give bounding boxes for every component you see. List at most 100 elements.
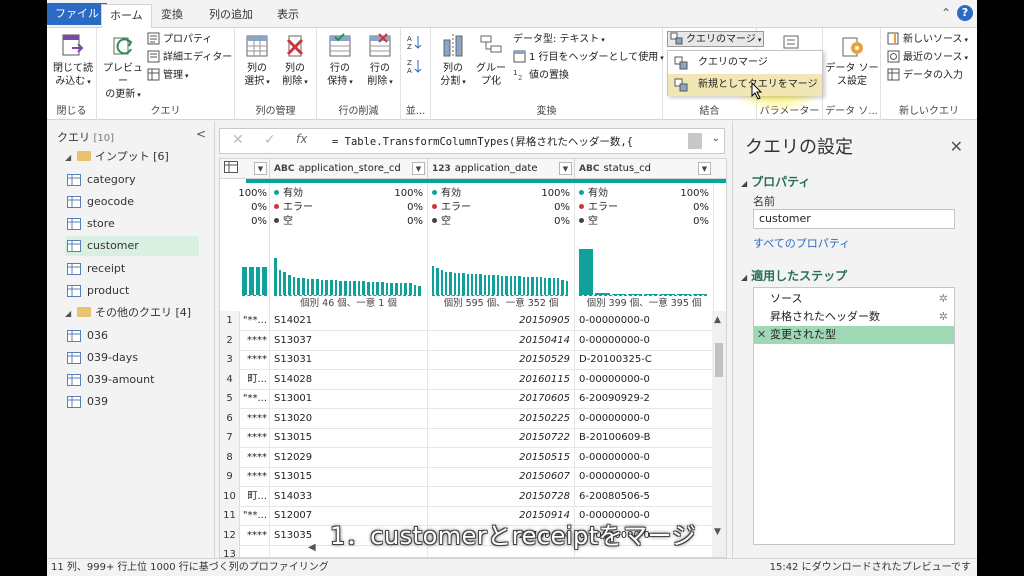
column-header-status-cd[interactable]: ABC status_cd ▼ — [575, 159, 726, 179]
cell-partial[interactable]: **** — [242, 467, 270, 487]
histogram-bar[interactable] — [522, 276, 525, 295]
histogram-bar[interactable] — [329, 280, 333, 295]
column-header-application-store-cd[interactable]: ABC application_store_cd ▼ — [270, 159, 428, 179]
query-name-input[interactable]: customer — [753, 209, 955, 229]
help-icon[interactable]: ? — [957, 5, 973, 21]
cell-partial[interactable]: "**... — [242, 389, 270, 409]
keep-rows-button[interactable]: 行の 保持 ▾ — [321, 32, 359, 89]
histogram-bar[interactable] — [565, 281, 568, 295]
tab-transform[interactable]: 変換 — [153, 4, 191, 28]
tab-file[interactable]: ファイル — [47, 3, 107, 25]
commit-formula-icon[interactable]: ✓ — [264, 132, 276, 148]
all-properties-link[interactable]: すべてのプロパティ — [753, 235, 850, 251]
histogram-bar[interactable] — [470, 273, 474, 295]
histogram-bar[interactable] — [339, 280, 342, 295]
remove-columns-button[interactable]: 列の 削除 ▾ — [277, 32, 313, 89]
histogram-bar[interactable] — [466, 273, 469, 295]
filter-dropdown-icon[interactable]: ▼ — [559, 162, 572, 175]
type-text-icon[interactable]: ABC — [274, 164, 294, 174]
cell-status-cd[interactable]: 0-00000000-0 — [575, 331, 714, 351]
cell-partial[interactable]: **** — [242, 330, 270, 351]
gear-icon[interactable]: ✲ — [939, 308, 948, 326]
cell-application-store-cd[interactable]: S14033 — [270, 486, 428, 507]
formula-input[interactable]: = Table.TransformColumnTypes(昇格されたヘッダー数,… — [332, 134, 692, 149]
query-item[interactable]: 039 — [65, 392, 199, 412]
query-item[interactable]: product — [65, 281, 199, 301]
cell-application-date[interactable]: 20150722 — [428, 428, 575, 448]
delete-step-icon[interactable]: ✕ — [757, 326, 766, 344]
histogram-bar[interactable] — [367, 281, 370, 295]
histogram-bar[interactable] — [404, 283, 408, 295]
collapse-ribbon-icon[interactable]: ⌃ — [941, 6, 951, 20]
choose-columns-button[interactable]: 列の 選択 ▾ — [239, 32, 275, 89]
group-by-button[interactable]: グルー プ化 — [473, 32, 509, 88]
cell-partial[interactable]: **** — [242, 447, 270, 468]
histogram-bar[interactable] — [513, 276, 517, 295]
close-and-load-button[interactable]: 閉じて読 み込む ▾ — [51, 32, 95, 89]
cell-partial[interactable]: **** — [242, 428, 270, 448]
cell-partial[interactable]: **** — [242, 408, 270, 429]
histogram-bar[interactable] — [462, 273, 465, 295]
cell-partial[interactable]: "**... — [242, 311, 270, 331]
query-item[interactable]: 036 — [65, 326, 199, 346]
manage-button[interactable]: 管理 ▾ — [147, 68, 189, 84]
data-type-dropdown[interactable]: データ型: テキスト ▾ — [513, 32, 605, 48]
row-number[interactable]: 13 — [220, 545, 240, 557]
collapse-queries-icon[interactable]: < — [196, 127, 206, 141]
new-source-button[interactable]: 新しいソース ▾ — [887, 32, 968, 48]
histogram-bar[interactable] — [436, 268, 439, 295]
histogram-bar[interactable] — [444, 272, 448, 295]
cell-application-date[interactable]: 20150529 — [428, 350, 575, 370]
advanced-editor-button[interactable]: 詳細エディター — [147, 50, 232, 66]
cell-status-cd[interactable]: B-20100609-B — [575, 428, 714, 448]
histogram-bar[interactable] — [535, 277, 538, 295]
filter-dropdown-icon[interactable]: ▼ — [412, 162, 425, 175]
histogram-bar[interactable] — [561, 280, 564, 295]
histogram-bar[interactable] — [371, 282, 375, 295]
cell-status-cd[interactable]: 6-20090929-2 — [575, 389, 714, 409]
step-source[interactable]: ソース ✲ — [754, 290, 954, 308]
row-number[interactable]: 10 — [220, 486, 240, 507]
scroll-down-icon[interactable]: ▼ — [714, 527, 721, 537]
row-number[interactable]: 7 — [220, 428, 240, 448]
column-header-application-date[interactable]: 123 application_date ▼ — [428, 159, 575, 179]
histogram-bar[interactable] — [518, 276, 521, 295]
cell-application-store-cd[interactable]: S13015 — [270, 467, 428, 487]
table-row[interactable]: 8 **** S12029 20150515 0-00000000-0 — [220, 447, 714, 468]
row-number[interactable]: 1 — [220, 311, 240, 331]
row-number[interactable]: 12 — [220, 525, 240, 546]
cell-application-date[interactable]: 20150414 — [428, 330, 575, 351]
table-row[interactable]: 6 **** S13020 20150225 0-00000000-0 — [220, 408, 714, 429]
cell-partial[interactable]: 町... — [242, 486, 270, 507]
table-row[interactable]: 10 町... S14033 20150728 6-20080506-5 — [220, 486, 714, 507]
table-row[interactable]: 5 "**... S13001 20170605 6-20090929-2 — [220, 389, 714, 409]
type-text-icon[interactable]: ABC — [579, 164, 599, 174]
formula-scrollbar[interactable] — [688, 133, 702, 149]
folder-other[interactable]: ◢ その他のクエリ [4] — [65, 303, 191, 323]
histogram-bar[interactable] — [548, 277, 551, 295]
gear-icon[interactable]: ✲ — [939, 290, 948, 308]
properties-section-title[interactable]: ◢ プロパティ — [741, 173, 810, 190]
cell-status-cd[interactable]: 0-00000000-0 — [575, 311, 714, 331]
histogram-bar[interactable] — [274, 258, 277, 295]
cell-application-date[interactable]: 20150905 — [428, 311, 575, 331]
histogram-bar[interactable] — [440, 269, 443, 295]
histogram-bar[interactable] — [334, 280, 338, 295]
close-icon[interactable]: ✕ — [950, 137, 963, 156]
step-changed-type[interactable]: ✕ 変更された型 — [754, 326, 954, 344]
histogram-bar[interactable] — [297, 277, 300, 295]
query-item[interactable]: 039-days — [65, 348, 199, 368]
sort-descending-button[interactable]: ZA — [407, 58, 426, 75]
cell-partial[interactable]: **** — [242, 525, 270, 546]
recent-sources-button[interactable]: 最近のソース ▾ — [887, 50, 968, 66]
fx-icon[interactable]: fx — [296, 132, 307, 146]
sort-ascending-button[interactable]: AZ — [407, 34, 426, 51]
histogram-bar[interactable] — [579, 249, 594, 295]
expand-formula-icon[interactable]: ⌄ — [712, 133, 720, 144]
histogram-bar[interactable] — [479, 274, 482, 295]
histogram-bar[interactable] — [376, 282, 380, 295]
histogram-bar[interactable] — [483, 274, 487, 295]
merge-as-new-menu-item[interactable]: 新規としてクエリをマージ — [668, 74, 822, 96]
merge-queries-button[interactable]: クエリのマージ ▾ — [667, 31, 765, 47]
step-promoted-headers[interactable]: 昇格されたヘッダー数 ✲ — [754, 308, 954, 326]
